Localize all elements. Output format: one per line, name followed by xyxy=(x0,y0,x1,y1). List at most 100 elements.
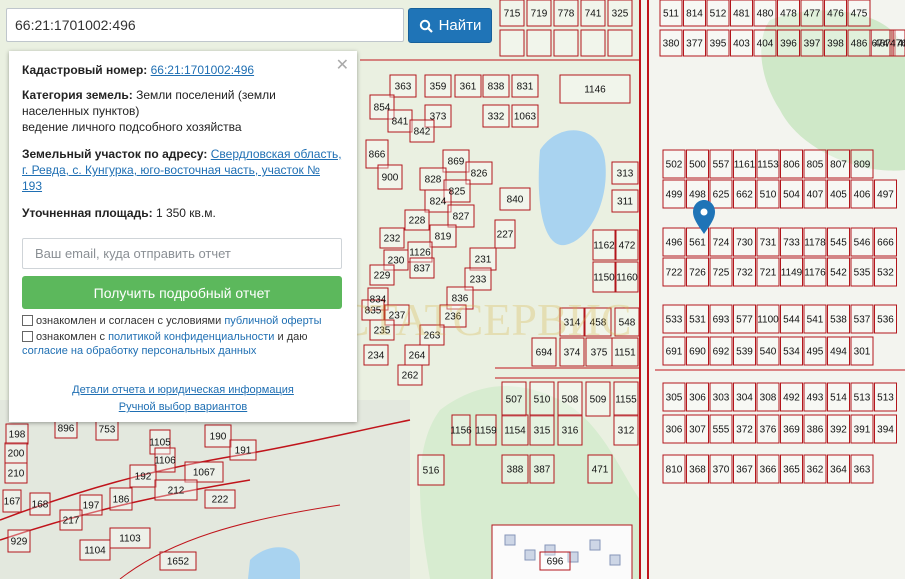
map.grid_labels.41: 693 xyxy=(713,315,730,326)
parcel[interactable] xyxy=(580,29,606,57)
map.lower_labels.36: 222 xyxy=(212,495,229,506)
map.grid_labels.62: 308 xyxy=(760,393,777,404)
map.grid_labels.12: 662 xyxy=(736,190,753,201)
area-value: 1 350 кв.м. xyxy=(155,206,216,220)
manual-selection-link[interactable]: Ручной выбор вариантов xyxy=(9,401,357,413)
email-field[interactable] xyxy=(22,238,342,269)
map.grid_labels.16: 405 xyxy=(830,190,847,201)
map.lower_labels.27: 190 xyxy=(210,432,227,443)
map.mid_labels.9: 854 xyxy=(374,103,391,114)
map.grid_labels.76: 391 xyxy=(854,425,871,436)
map.grid_labels.40: 531 xyxy=(689,315,706,326)
map.top_labels.16: 395 xyxy=(710,39,727,50)
map.lower_labels.8: 510 xyxy=(534,395,551,406)
map.grid_labels.77: 394 xyxy=(877,425,894,436)
address-label: Земельный участок по адресу: xyxy=(22,147,208,161)
map.lower_labels.22: 696 xyxy=(547,557,564,568)
map.lower_labels.43: 1103 xyxy=(119,534,141,545)
map.lower_labels.6: 1151 xyxy=(614,348,636,359)
map.mid_labels.43: 1162 xyxy=(593,241,615,252)
map.grid_labels.3: 1161 xyxy=(734,160,756,171)
area-row: Уточненная площадь: 1 350 кв.м. xyxy=(22,205,343,221)
details-link[interactable]: Детали отчета и юридическая информация xyxy=(9,384,357,396)
parcel[interactable] xyxy=(553,29,579,57)
map.lower_labels.30: 1106 xyxy=(154,456,176,467)
map.grid_labels.66: 513 xyxy=(854,393,871,404)
map.grid_labels.15: 407 xyxy=(807,190,824,201)
offer-text: ознакомлен и согласен с условиями xyxy=(36,315,225,327)
search-button[interactable]: Найти xyxy=(408,8,492,43)
map.mid_labels.5: 1146 xyxy=(584,85,606,96)
privacy-agreement: ознакомлен с политикой конфиденциальност… xyxy=(22,330,307,358)
map.lower_labels.40: 217 xyxy=(63,516,80,527)
search-input[interactable] xyxy=(6,8,404,42)
map.top_labels.8: 481 xyxy=(733,9,750,20)
map.grid_labels.84: 362 xyxy=(807,465,824,476)
map.grid_labels.75: 392 xyxy=(830,425,847,436)
map.grid_labels.53: 540 xyxy=(760,347,777,358)
map.lower_labels.7: 507 xyxy=(506,395,523,406)
order-report-button[interactable]: Получить подробный отчет xyxy=(22,276,342,309)
map.mid_labels.38: 264 xyxy=(409,351,426,362)
area-label: Уточненная площадь: xyxy=(22,206,153,220)
map.grid_labels.82: 366 xyxy=(760,465,777,476)
cadastral-number-link[interactable]: 66:21:1701002:496 xyxy=(151,63,254,77)
category-label: Категория земель: xyxy=(22,88,133,102)
map.grid_labels.58: 305 xyxy=(666,393,683,404)
map.mid_labels.3: 838 xyxy=(488,82,505,93)
map.mid_labels.2: 361 xyxy=(460,82,477,93)
privacy-text: ознакомлен с xyxy=(36,331,109,343)
offer-link[interactable]: публичной оферты xyxy=(224,315,321,327)
map.grid_labels.27: 546 xyxy=(854,238,871,249)
map.grid_labels.71: 372 xyxy=(736,425,753,436)
map.mid_labels.4: 831 xyxy=(517,82,534,93)
map.grid_labels.33: 721 xyxy=(760,268,777,279)
map.grid_labels.32: 732 xyxy=(736,268,753,279)
map.grid_labels.13: 510 xyxy=(760,190,777,201)
map.grid_labels.72: 376 xyxy=(760,425,777,436)
map.grid_labels.20: 561 xyxy=(689,238,706,249)
map.lower_labels.9: 508 xyxy=(562,395,579,406)
map.top_labels.0: 715 xyxy=(504,9,521,20)
cadastral-row: Кадастровый номер: 66:21:1701002:496 xyxy=(22,62,343,78)
privacy-checkbox[interactable] xyxy=(22,331,33,342)
parcel[interactable] xyxy=(499,29,525,57)
map.lower_labels.35: 212 xyxy=(168,486,185,497)
map.grid_labels.43: 1100 xyxy=(757,315,779,326)
map.grid_labels.18: 497 xyxy=(877,190,894,201)
map.lower_labels.23: 198 xyxy=(9,430,26,441)
map.grid_labels.73: 369 xyxy=(783,425,800,436)
map.mid_labels.8: 1063 xyxy=(514,112,537,123)
map.grid_labels.63: 492 xyxy=(783,393,800,404)
map.top_labels.11: 477 xyxy=(804,9,821,20)
privacy-link[interactable]: политикой конфиденциальности xyxy=(108,331,274,343)
map.mid_labels.10: 841 xyxy=(392,117,409,128)
map.lower_labels.13: 315 xyxy=(534,426,551,437)
consent-link[interactable]: согласие на обработку персональных данны… xyxy=(22,345,256,357)
map.lower_labels.20: 387 xyxy=(534,465,551,476)
parcel[interactable] xyxy=(526,29,552,57)
map.grid_labels.51: 692 xyxy=(713,347,730,358)
map.grid_labels.47: 537 xyxy=(854,315,871,326)
map.top_labels.12: 476 xyxy=(827,9,844,20)
map.grid_labels.68: 306 xyxy=(666,425,683,436)
map.lower_labels.21: 471 xyxy=(592,465,609,476)
map.grid_labels.26: 545 xyxy=(830,238,847,249)
map.grid_labels.54: 534 xyxy=(783,347,800,358)
map.lower_labels.19: 388 xyxy=(507,465,524,476)
map.grid_labels.52: 539 xyxy=(736,347,753,358)
offer-agreement: ознакомлен и согласен с условиями публич… xyxy=(22,314,322,328)
map.grid_labels.4: 1153 xyxy=(757,160,779,171)
map.grid_labels.7: 807 xyxy=(830,160,847,171)
map.mid_labels.18: 824 xyxy=(430,197,447,208)
parcel[interactable] xyxy=(607,29,633,57)
land-category-row: Категория земель: Земли поселений (земли… xyxy=(22,87,343,135)
offer-checkbox[interactable] xyxy=(22,315,33,326)
map.grid_labels.29: 722 xyxy=(666,268,683,279)
map.lower_labels.28: 200 xyxy=(8,449,25,460)
map.grid_labels.2: 557 xyxy=(713,160,730,171)
map.grid_labels.6: 805 xyxy=(807,160,824,171)
map.grid_labels.17: 406 xyxy=(854,190,871,201)
usage-value: ведение личного подсобного хозяйства xyxy=(22,120,242,134)
map.top_labels.26: 476 xyxy=(890,39,905,50)
